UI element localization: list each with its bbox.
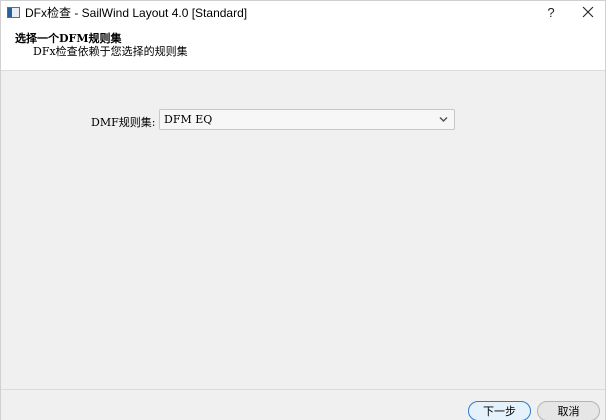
wizard-content: DMF规则集: DFM EQ — [1, 71, 605, 389]
dfx-check-dialog: DFx检查 - SailWind Layout 4.0 [Standard] ?… — [0, 0, 606, 420]
next-button[interactable]: 下一步 — [468, 401, 531, 420]
window-title: DFx检查 - SailWind Layout 4.0 [Standard] — [25, 5, 248, 20]
rule-set-dropdown[interactable]: DFM EQ — [159, 109, 455, 130]
chevron-down-icon — [439, 116, 448, 123]
rule-set-selected-value: DFM EQ — [164, 113, 213, 126]
page-subtitle: DFx检查依赖于您选择的规则集 — [33, 45, 188, 58]
title-bar[interactable]: DFx检查 - SailWind Layout 4.0 [Standard] ? — [1, 1, 605, 23]
wizard-header: 选择一个DFM规则集 DFx检查依赖于您选择的规则集 — [1, 23, 605, 71]
close-button[interactable] — [573, 1, 603, 23]
app-window-icon — [7, 6, 20, 18]
close-icon — [582, 6, 594, 18]
wizard-footer: 下一步 取消 — [1, 389, 605, 420]
rule-set-label: DMF规则集: — [91, 116, 156, 129]
help-button[interactable]: ? — [536, 1, 566, 23]
cancel-button[interactable]: 取消 — [537, 401, 600, 420]
